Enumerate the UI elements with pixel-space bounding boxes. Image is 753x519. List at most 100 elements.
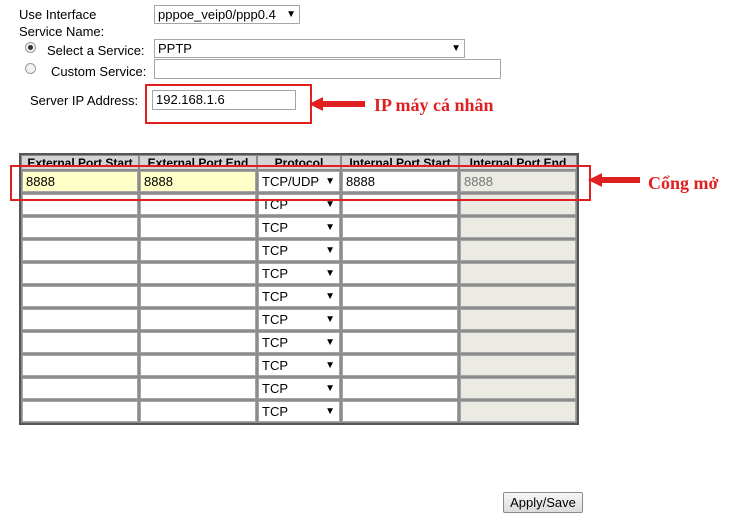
- chevron-down-icon: ▼: [325, 383, 335, 394]
- protocol-select[interactable]: TCP ▼: [258, 378, 340, 399]
- external-port-start-input-cell: [21, 377, 139, 400]
- internal-port-start-input-cell: [341, 239, 459, 262]
- table-row: TCP ▼: [21, 216, 577, 239]
- internal-port-start-input[interactable]: [342, 309, 458, 330]
- internal-port-end-input-cell: [459, 285, 577, 308]
- external-port-start-input[interactable]: [22, 217, 138, 238]
- internal-port-start-input-cell: [341, 377, 459, 400]
- protocol-select[interactable]: TCP ▼: [258, 286, 340, 307]
- external-port-end-input-cell: [139, 308, 257, 331]
- use-interface-select[interactable]: pppoe_veip0/ppp0.4 ▼: [154, 5, 300, 24]
- external-port-start-input-cell: [21, 262, 139, 285]
- apply-save-button[interactable]: Apply/Save: [503, 492, 583, 513]
- external-port-end-input[interactable]: [140, 332, 256, 353]
- table-row: TCP ▼: [21, 239, 577, 262]
- internal-port-end-input: [460, 217, 576, 238]
- internal-port-start-input[interactable]: [342, 332, 458, 353]
- internal-port-start-input[interactable]: [342, 355, 458, 376]
- chevron-down-icon: ▼: [325, 406, 335, 417]
- protocol-select[interactable]: TCP ▼: [258, 332, 340, 353]
- internal-port-start-input[interactable]: [342, 378, 458, 399]
- internal-port-end-input-cell: [459, 400, 577, 423]
- internal-port-end-input: [460, 240, 576, 261]
- port-highlight-box: [10, 165, 591, 201]
- table-row: TCP ▼: [21, 331, 577, 354]
- internal-port-end-input-cell: [459, 331, 577, 354]
- protocol-select-cell: TCP ▼: [257, 377, 341, 400]
- external-port-end-input-cell: [139, 262, 257, 285]
- internal-port-start-input[interactable]: [342, 401, 458, 422]
- internal-port-start-input[interactable]: [342, 217, 458, 238]
- protocol-select-cell: TCP ▼: [257, 400, 341, 423]
- protocol-select-cell: TCP ▼: [257, 308, 341, 331]
- chevron-down-icon: ▼: [325, 314, 335, 325]
- table-row: TCP ▼: [21, 377, 577, 400]
- protocol-select[interactable]: TCP ▼: [258, 401, 340, 422]
- external-port-start-input[interactable]: [22, 309, 138, 330]
- protocol-value: TCP: [262, 289, 288, 304]
- external-port-start-input[interactable]: [22, 332, 138, 353]
- external-port-start-input[interactable]: [22, 286, 138, 307]
- internal-port-start-input-cell: [341, 216, 459, 239]
- internal-port-end-input-cell: [459, 377, 577, 400]
- arrow-left-icon: [588, 173, 640, 187]
- internal-port-start-input-cell: [341, 262, 459, 285]
- internal-port-start-input[interactable]: [342, 263, 458, 284]
- chevron-down-icon: ▼: [325, 222, 335, 233]
- external-port-start-input[interactable]: [22, 378, 138, 399]
- protocol-value: TCP: [262, 312, 288, 327]
- external-port-start-input[interactable]: [22, 355, 138, 376]
- port-annotation-label: Cổng mở: [648, 173, 719, 193]
- external-port-end-input[interactable]: [140, 309, 256, 330]
- protocol-select[interactable]: TCP ▼: [258, 263, 340, 284]
- custom-service-radio[interactable]: [25, 63, 36, 74]
- protocol-value: TCP: [262, 243, 288, 258]
- external-port-end-input[interactable]: [140, 378, 256, 399]
- external-port-start-input-cell: [21, 285, 139, 308]
- custom-service-input[interactable]: [154, 59, 501, 79]
- internal-port-end-input: [460, 286, 576, 307]
- internal-port-start-input-cell: [341, 354, 459, 377]
- select-service-dropdown[interactable]: PPTP ▼: [154, 39, 465, 58]
- protocol-select[interactable]: TCP ▼: [258, 309, 340, 330]
- external-port-end-input[interactable]: [140, 217, 256, 238]
- chevron-down-icon: ▼: [325, 360, 335, 371]
- external-port-end-input[interactable]: [140, 286, 256, 307]
- internal-port-start-input-cell: [341, 400, 459, 423]
- table-row: TCP ▼: [21, 285, 577, 308]
- external-port-end-input[interactable]: [140, 355, 256, 376]
- external-port-start-input[interactable]: [22, 263, 138, 284]
- use-interface-value: pppoe_veip0/ppp0.4: [158, 7, 276, 22]
- table-row: TCP ▼: [21, 400, 577, 423]
- select-service-radio[interactable]: [25, 42, 36, 53]
- internal-port-start-input[interactable]: [342, 286, 458, 307]
- external-port-end-input[interactable]: [140, 401, 256, 422]
- external-port-end-input[interactable]: [140, 263, 256, 284]
- internal-port-end-input: [460, 401, 576, 422]
- protocol-value: TCP: [262, 404, 288, 419]
- external-port-start-input[interactable]: [22, 240, 138, 261]
- table-row: TCP ▼: [21, 308, 577, 331]
- chevron-down-icon: ▼: [325, 245, 335, 256]
- internal-port-start-input-cell: [341, 331, 459, 354]
- internal-port-end-input: [460, 263, 576, 284]
- protocol-select-cell: TCP ▼: [257, 262, 341, 285]
- use-interface-label: Use Interface: [19, 7, 97, 22]
- external-port-start-input-cell: [21, 331, 139, 354]
- external-port-start-input-cell: [21, 239, 139, 262]
- internal-port-start-input-cell: [341, 308, 459, 331]
- select-service-label: Select a Service:: [47, 43, 145, 58]
- external-port-end-input-cell: [139, 331, 257, 354]
- protocol-select-cell: TCP ▼: [257, 285, 341, 308]
- external-port-start-input[interactable]: [22, 401, 138, 422]
- external-port-end-input[interactable]: [140, 240, 256, 261]
- protocol-select[interactable]: TCP ▼: [258, 217, 340, 238]
- protocol-value: TCP: [262, 358, 288, 373]
- internal-port-start-input[interactable]: [342, 240, 458, 261]
- select-service-value: PPTP: [158, 41, 192, 56]
- protocol-select[interactable]: TCP ▼: [258, 240, 340, 261]
- internal-port-end-input-cell: [459, 262, 577, 285]
- internal-port-end-input-cell: [459, 239, 577, 262]
- protocol-select[interactable]: TCP ▼: [258, 355, 340, 376]
- protocol-value: TCP: [262, 335, 288, 350]
